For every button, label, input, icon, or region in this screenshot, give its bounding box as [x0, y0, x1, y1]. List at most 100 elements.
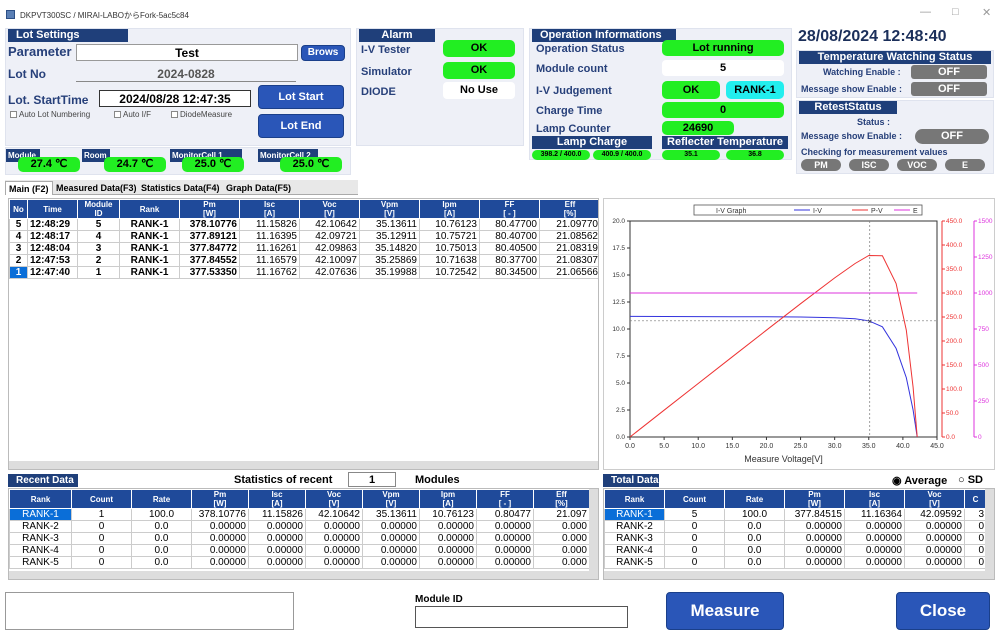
- recent-data-table: Rank Count Rate Pm [W] Isc [A] Voc [V] Vpm [V] Ipm[…: [9, 489, 590, 569]
- y-left-tick-label: 0.0: [616, 434, 625, 441]
- retest-message-enable-toggle[interactable]: OFF: [915, 129, 989, 144]
- auto-if-checkbox[interactable]: Auto I/F: [114, 110, 151, 119]
- lot-start-time-field[interactable]: 2024/08/28 12:47:35: [99, 90, 251, 107]
- browse-button[interactable]: Brows: [301, 45, 345, 61]
- column-header[interactable]: Eff [%]: [539, 199, 598, 219]
- column-header[interactable]: Rank: [9, 489, 72, 509]
- auto-lot-numbering-checkbox[interactable]: Auto Lot Numbering: [10, 110, 90, 119]
- column-header[interactable]: Vpm [V]: [359, 199, 420, 219]
- table-cell: 0.00000: [476, 520, 534, 533]
- table-row[interactable]: RANK-5 0 0.0 0.00000 0.00000 0.00000 0: [604, 556, 987, 569]
- column-header[interactable]: Isc [A]: [844, 489, 905, 509]
- table-row[interactable]: RANK-2 0 0.0 0.00000 0.00000 0.00000 0: [604, 520, 987, 533]
- message-box: [5, 592, 294, 630]
- table-cell: 0.00000: [419, 544, 477, 557]
- minimize-icon[interactable]: —: [920, 6, 931, 18]
- column-header[interactable]: No: [9, 199, 28, 219]
- y-left-tick-label: 20.0: [612, 218, 625, 225]
- main-table-hscrollbar[interactable]: [9, 461, 598, 469]
- tab-measured-data[interactable]: Measured Data(F3): [53, 181, 140, 195]
- total-table-hscrollbar[interactable]: [604, 571, 994, 579]
- column-header[interactable]: Voc [V]: [299, 199, 360, 219]
- maximize-icon[interactable]: □: [952, 6, 959, 18]
- measure-button[interactable]: Measure: [666, 592, 784, 630]
- tab-main[interactable]: Main (F2): [5, 181, 53, 195]
- check-e-toggle[interactable]: E: [945, 159, 985, 171]
- column-header[interactable]: Rate: [131, 489, 192, 509]
- table-cell: 0.00000: [904, 532, 965, 545]
- table-row[interactable]: 1 12:47:40 1 RANK-1 377.53350 11.16762 42.0763…: [9, 266, 598, 279]
- parameter-field[interactable]: Test: [76, 44, 298, 61]
- column-header[interactable]: FF[ - ]: [476, 489, 534, 509]
- watching-enable-toggle[interactable]: OFF: [911, 65, 987, 79]
- column-header[interactable]: Pm [W]: [179, 199, 240, 219]
- column-header[interactable]: Module ID: [77, 199, 120, 219]
- table-cell: 42.10642: [299, 218, 360, 231]
- module-id-input[interactable]: [415, 606, 628, 628]
- recent-table-hscrollbar[interactable]: [9, 571, 598, 579]
- table-cell: 0.00000: [248, 556, 306, 569]
- x-tick-label: 30.0: [828, 443, 842, 450]
- table-cell: 0.00000: [904, 520, 965, 533]
- total-data-table: Rank Count Rate Pm [W] Isc [A] Voc [V] C RANK-1 5 1…: [604, 489, 987, 569]
- table-row[interactable]: RANK-4 0 0.0 0.00000 0.00000 0.00000 0.00000 0.…: [9, 544, 590, 557]
- table-row[interactable]: RANK-4 0 0.0 0.00000 0.00000 0.00000 0: [604, 544, 987, 557]
- table-row[interactable]: 3 12:48:04 3 RANK-1 377.84772 11.16261 42.0986…: [9, 242, 598, 255]
- column-header[interactable]: Pm [W]: [784, 489, 845, 509]
- lot-start-time-label: Lot. StartTime: [8, 93, 89, 107]
- column-header[interactable]: Rate: [724, 489, 785, 509]
- close-button[interactable]: Close: [896, 592, 990, 630]
- check-pm-toggle[interactable]: PM: [801, 159, 841, 171]
- table-row[interactable]: 5 12:48:29 5 RANK-1 378.10776 11.15826 42.1064…: [9, 218, 598, 231]
- table-row[interactable]: 2 12:47:53 2 RANK-1 377.84552 11.16579 42.1009…: [9, 254, 598, 267]
- table-cell: 1: [71, 508, 132, 521]
- table-cell: 10.71638: [419, 254, 480, 267]
- table-row[interactable]: RANK-3 0 0.0 0.00000 0.00000 0.00000 0: [604, 532, 987, 545]
- table-cell: 377.84552: [179, 254, 240, 267]
- column-header[interactable]: Ipm [A]: [419, 489, 477, 509]
- check-isc-toggle[interactable]: ISC: [849, 159, 889, 171]
- column-header[interactable]: Rank: [604, 489, 665, 509]
- temp-message-enable-toggle[interactable]: OFF: [911, 82, 987, 96]
- column-header[interactable]: Voc [V]: [904, 489, 965, 509]
- tab-graph-data[interactable]: Graph Data(F5): [223, 181, 294, 195]
- recent-table-vscrollbar[interactable]: [589, 489, 598, 571]
- lot-end-button[interactable]: Lot End: [258, 114, 344, 138]
- column-header[interactable]: Rank: [119, 199, 180, 219]
- column-header[interactable]: Count: [664, 489, 725, 509]
- stats-recent-count[interactable]: 1: [348, 472, 396, 487]
- total-table-vscrollbar[interactable]: [985, 489, 994, 571]
- table-cell: 0.00000: [784, 544, 845, 557]
- sd-radio[interactable]: ○ SD: [958, 474, 983, 486]
- table-row[interactable]: RANK-2 0 0.0 0.00000 0.00000 0.00000 0.00000 0.…: [9, 520, 590, 533]
- column-header[interactable]: FF[ - ]: [479, 199, 540, 219]
- diode-measure-checkbox[interactable]: DiodeMeasure: [171, 110, 232, 119]
- table-row[interactable]: RANK-1 1 100.0 378.10776 11.15826 42.10642 35.…: [9, 508, 590, 521]
- table-row[interactable]: RANK-5 0 0.0 0.00000 0.00000 0.00000 0.00000 0.…: [9, 556, 590, 569]
- column-header[interactable]: Vpm [V]: [362, 489, 420, 509]
- table-row[interactable]: RANK-1 5 100.0 377.84515 11.16364 42.09592 3: [604, 508, 987, 521]
- column-header[interactable]: Time: [27, 199, 78, 219]
- lot-start-button[interactable]: Lot Start: [258, 85, 344, 109]
- close-window-icon[interactable]: ✕: [982, 6, 991, 19]
- y-left-tick-label: 17.5: [612, 245, 625, 252]
- check-voc-toggle[interactable]: VOC: [897, 159, 937, 171]
- column-header[interactable]: Isc [A]: [248, 489, 306, 509]
- table-cell: 0: [71, 544, 132, 557]
- table-row[interactable]: 4 12:48:17 4 RANK-1 377.89121 11.16395 42.0972…: [9, 230, 598, 243]
- lot-no-field[interactable]: 2024-0828: [76, 66, 296, 82]
- column-header[interactable]: Count: [71, 489, 132, 509]
- column-header[interactable]: C: [964, 489, 987, 509]
- column-header[interactable]: Ipm [A]: [419, 199, 480, 219]
- table-row[interactable]: RANK-3 0 0.0 0.00000 0.00000 0.00000 0.00000 0.…: [9, 532, 590, 545]
- table-cell: 35.13611: [359, 218, 420, 231]
- column-header[interactable]: Eff [%]: [533, 489, 590, 509]
- column-header[interactable]: Pm [W]: [191, 489, 249, 509]
- average-radio[interactable]: ◉ Average: [892, 474, 947, 487]
- tab-statistics-data[interactable]: Statistics Data(F4): [138, 181, 223, 195]
- table-cell: 0.00000: [476, 544, 534, 557]
- column-header[interactable]: Isc [A]: [239, 199, 300, 219]
- table-cell: 0.00000: [844, 520, 905, 533]
- column-header[interactable]: Voc [V]: [305, 489, 363, 509]
- x-tick-label: 25.0: [794, 443, 808, 450]
